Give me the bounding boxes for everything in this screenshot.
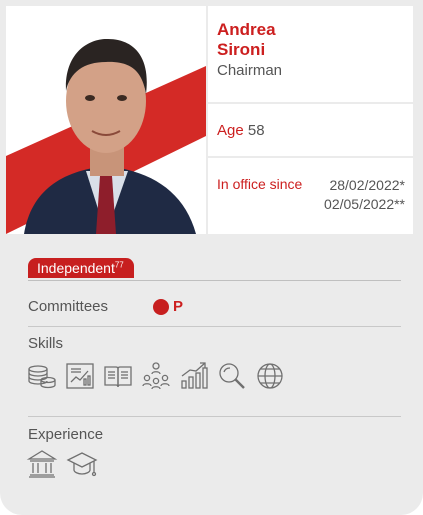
- badge-underline: [28, 280, 401, 281]
- office-date-1: 28/02/2022*: [329, 177, 405, 193]
- institution-icon: [26, 450, 58, 478]
- name-box: Andrea Sironi Chairman: [208, 6, 413, 102]
- divider: [28, 326, 401, 327]
- magnifier-icon: [219, 363, 245, 389]
- committee-role: P: [173, 298, 184, 315]
- committee-dot-icon: [153, 299, 169, 315]
- person-name: Andrea Sironi: [217, 20, 276, 60]
- experience-label: Experience: [28, 426, 104, 443]
- badge-footnote: 77: [114, 260, 124, 270]
- committees-label: Committees: [28, 298, 109, 315]
- growth-bars-icon: [181, 362, 208, 389]
- age-label: Age: [217, 122, 244, 139]
- last-name: Sironi: [217, 40, 266, 59]
- open-book-icon: [104, 366, 132, 388]
- office-date-2: 02/05/2022**: [324, 196, 405, 212]
- people-network-icon: [142, 362, 170, 390]
- skills-icons: [26, 360, 286, 392]
- office-box: In office since 28/02/2022* 02/05/2022**: [208, 158, 413, 234]
- age-value: 58: [247, 122, 265, 139]
- office-label: In office since: [217, 176, 303, 192]
- person-role: Chairman: [217, 62, 283, 79]
- divider: [28, 416, 401, 417]
- experience-icons: [26, 448, 98, 480]
- globe-icon: [257, 363, 283, 389]
- first-name: Andrea: [217, 20, 276, 39]
- skills-label: Skills: [28, 335, 64, 352]
- graduation-cap-icon: [66, 452, 98, 477]
- portrait-photo: [6, 6, 206, 234]
- report-chart-icon: [66, 363, 94, 389]
- age-box: Age 58: [208, 104, 413, 156]
- badge-label: Independent: [37, 260, 115, 276]
- independent-badge: Independent77: [28, 258, 134, 278]
- board-member-card: Andrea Sironi Chairman Age 58 In office …: [0, 0, 423, 515]
- coins-stack-icon: [28, 365, 56, 389]
